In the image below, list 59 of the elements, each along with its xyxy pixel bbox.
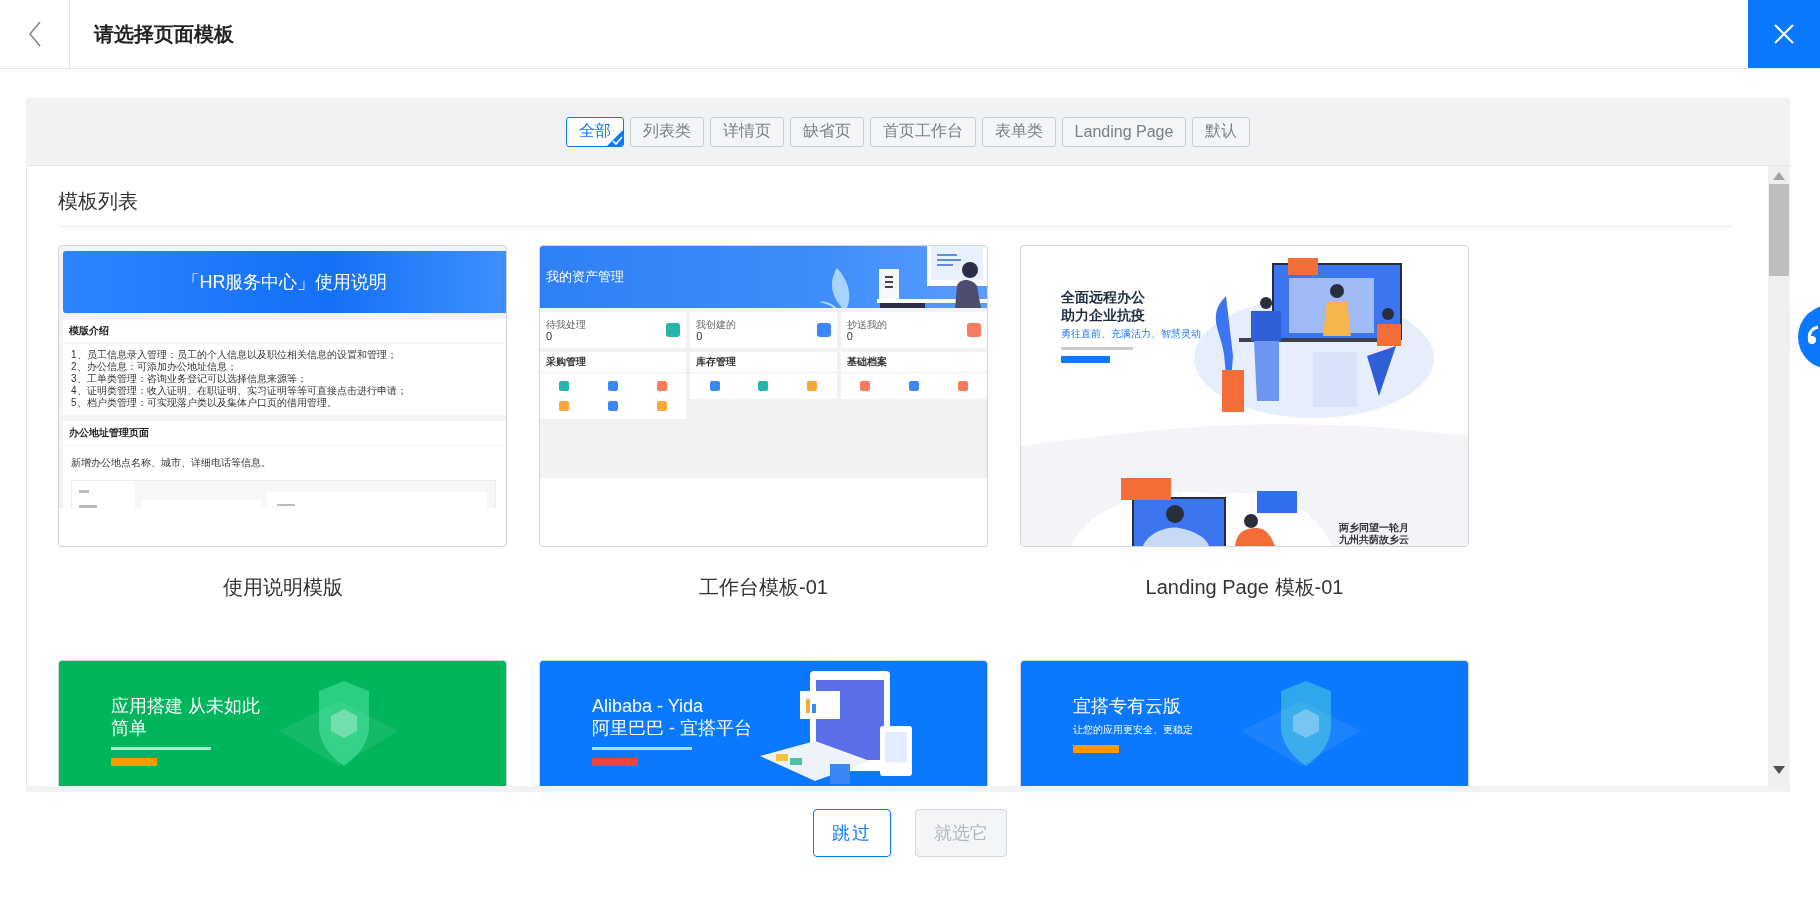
stat-label: 我创建的 xyxy=(696,318,738,330)
preview-headline: Alibaba - Yida xyxy=(592,695,705,717)
filter-tab[interactable]: 详情页 xyxy=(709,116,784,147)
preview-headline: 宜搭专有云版 xyxy=(1073,695,1182,717)
filter-tab[interactable]: 首页工作台 xyxy=(869,116,976,147)
filter-tab[interactable]: 列表类 xyxy=(629,116,704,147)
stat-value: 0 xyxy=(546,329,553,342)
template-name: 工作台模板-01 xyxy=(699,574,828,600)
preview-headline: 应用搭建 从未如此 xyxy=(111,695,260,717)
preview-heading: 办公地址管理页面 xyxy=(63,421,506,446)
filter-tab[interactable]: 缺省页 xyxy=(789,116,864,147)
preview-banner-title: 我的资产管理 xyxy=(546,268,624,286)
footer-button[interactable]: 跳过 xyxy=(813,809,891,857)
preview-list-item: 4、证明类管理：收入证明、在职证明、实习证明等等可直接点击进行申请； xyxy=(71,385,408,397)
preview-headline: 助力企业抗疫 xyxy=(1061,306,1146,324)
preview-tagline: 勇往直前、充满活力、智慧灵动 xyxy=(1061,327,1201,341)
filter-tab[interactable]: Landing Page xyxy=(1061,116,1187,147)
template-name: 使用说明模版 xyxy=(222,574,343,600)
filter-tab[interactable]: 表单类 xyxy=(981,116,1056,147)
stat-label: 抄送我的 xyxy=(846,318,888,330)
filter-tab[interactable]: 默认 xyxy=(1192,116,1251,147)
stat-value: 0 xyxy=(696,329,704,342)
scroll-down-icon[interactable] xyxy=(1773,766,1785,774)
preview-text: 新增办公地点名称、城市、详细电话等信息。 xyxy=(71,457,271,468)
preview-poem-line: 两乡同望一轮月 xyxy=(1339,522,1409,534)
section-title: 模板列表 xyxy=(58,188,139,214)
scroll-up-icon[interactable] xyxy=(1773,172,1785,180)
template-thumbnail[interactable]: 应用搭建 从未如此 简单 xyxy=(58,660,507,786)
preview-poem-line: 九州共荫故乡云 xyxy=(1339,534,1409,546)
preview-list-item: 1、员工信息录入管理：员工的个人信息以及职位相关信息的设置和管理； xyxy=(71,349,398,361)
scrollbar[interactable] xyxy=(1768,166,1790,786)
back-icon xyxy=(27,21,42,47)
preview-list-item: 5、档户类管理：可实现落户类以及集体户口页的借用管理。 xyxy=(71,397,338,409)
group-title: 采购管理 xyxy=(540,352,687,373)
stat-value: 0 xyxy=(846,329,853,342)
scrollbar-thumb[interactable] xyxy=(1769,184,1789,276)
preview-subtitle: 让您的应用更安全、更稳定 xyxy=(1073,723,1193,737)
preview-headline: 简单 xyxy=(111,717,148,739)
preview-banner: 「HR服务中心」使用说明 xyxy=(63,251,506,313)
template-thumbnail[interactable]: 「HR服务中心」使用说明 模版介绍 1、员工信息录入管理：员工的个人信息以及职位相关信息的设置和管理； 2、办公信息：可添加办公地址信息； 3、工单类管理：咨询业务登记可以选择信息来源等； 4、证明类管理：收入证明、在职证明、实习证明等等可直接点击进行申请； 5、档户类管理：可实现落户类以及集体户口页的借用管理。 办公地址管理页面 新增办公地点名称、城市、详细电话等信息。 xyxy=(58,245,507,547)
template-thumbnail[interactable]: 我的资产管理 待我处理 0 我创建的 0 抄送我的 0 采购管理 库存管理 基础档案 xyxy=(539,245,988,547)
preview-list-item: 2、办公信息：可添加办公地址信息； xyxy=(71,361,238,373)
close-button[interactable] xyxy=(1748,0,1820,68)
template-thumbnail[interactable]: Alibaba - Yida 阿里巴巴 - 宜搭平台 xyxy=(539,660,988,786)
template-thumbnail[interactable]: 宜搭专有云版 让您的应用更安全、更稳定 xyxy=(1020,660,1469,786)
group-title: 基础档案 xyxy=(840,352,987,373)
text-placeholder-line xyxy=(1061,347,1133,350)
preview-list-item: 3、工单类管理：咨询业务登记可以选择信息来源等； xyxy=(71,373,308,385)
stat-label: 待我处理 xyxy=(546,318,587,330)
preview-button xyxy=(1061,356,1110,363)
group-title: 库存管理 xyxy=(690,352,837,373)
window-title: 请选择页面模板 xyxy=(94,21,235,47)
close-icon xyxy=(1774,24,1794,44)
preview-headline: 阿里巴巴 - 宜搭平台 xyxy=(592,717,752,739)
preview-heading: 模版介绍 xyxy=(63,319,506,344)
template-thumbnail[interactable]: 全面远程办公 助力企业抗疫 勇往直前、充满活力、智慧灵动 两乡同望一轮月 九州共荫故乡云 xyxy=(1020,245,1469,547)
template-name: Landing Page 模板-01 xyxy=(1145,574,1344,600)
filter-tab[interactable]: 全部 xyxy=(565,116,624,147)
preview-headline: 全面远程办公 xyxy=(1061,288,1146,306)
